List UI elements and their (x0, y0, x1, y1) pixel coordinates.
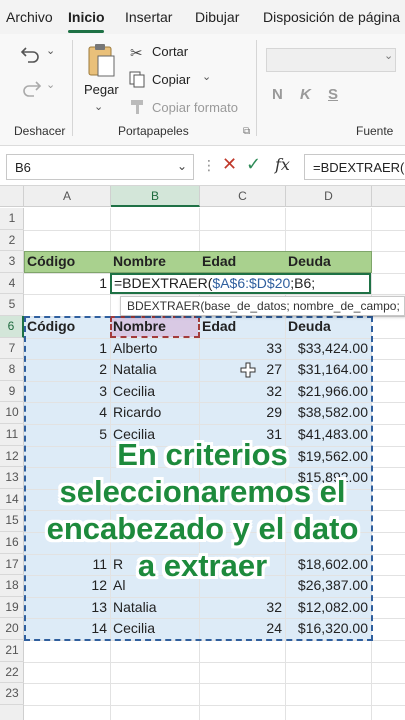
name-box-value: B6 (15, 160, 31, 175)
paste-button[interactable]: Pegar ⌄ (80, 40, 120, 120)
font-name-box[interactable] (266, 48, 396, 72)
row-header[interactable]: 12 (0, 446, 24, 468)
grid-line (24, 704, 405, 706)
formula-range-ref: $A$6:$D$20 (212, 274, 291, 291)
copy-dropdown-icon[interactable]: ⌄ (202, 70, 211, 83)
paste-icon (88, 44, 115, 77)
tab-disposicion[interactable]: Disposición de página (263, 9, 400, 25)
row-header[interactable]: 17 (0, 554, 24, 576)
row-header[interactable]: 4 (0, 273, 24, 295)
select-all-corner[interactable] (0, 186, 24, 207)
grid-line (24, 683, 405, 685)
formula-function: =BDEXTRAER( (114, 274, 213, 291)
formula-input[interactable]: =BDEXTRAER( (304, 154, 405, 180)
row-header[interactable]: 13 (0, 467, 24, 489)
ribbon: ⌄ ⌄ Deshacer Pegar ⌄ ✂ Cortar Copiar ⌄ C… (0, 34, 405, 146)
row-header[interactable]: 18 (0, 575, 24, 597)
formula-bar: B6 ⌄ ⋮ ✕ ✓ fx =BDEXTRAER( (0, 146, 405, 186)
criteria-value-cell[interactable]: 1 (24, 273, 110, 295)
confirm-entry-button[interactable]: ✓ (246, 154, 261, 175)
row-header[interactable]: 11 (0, 424, 24, 446)
tab-insertar[interactable]: Insertar (125, 9, 172, 25)
row-header[interactable]: 20 (0, 618, 24, 640)
row-header[interactable]: 6 (0, 316, 24, 338)
row-header[interactable]: 5 (0, 294, 24, 316)
criteria-header-cell[interactable]: Nombre (110, 251, 199, 273)
column-header-a[interactable]: A (24, 186, 111, 207)
redo-dropdown-icon[interactable]: ⌄ (46, 78, 55, 91)
row-header[interactable]: 3 (0, 251, 24, 273)
copy-icon[interactable] (128, 70, 146, 88)
format-painter-icon[interactable] (128, 98, 146, 116)
tab-inicio[interactable]: Inicio (68, 9, 105, 25)
row-header[interactable]: 9 (0, 381, 24, 403)
format-painter-label[interactable]: Copiar formato (152, 100, 238, 115)
grid-line (24, 661, 405, 663)
column-headers: A B C D (0, 186, 405, 207)
clipboard-group-label: Portapapeles (118, 124, 189, 138)
row-header[interactable]: 23 (0, 683, 24, 705)
name-box[interactable]: B6 ⌄ (6, 154, 194, 180)
undo-group-label: Deshacer (14, 124, 66, 138)
ribbon-separator (256, 40, 257, 136)
redo-icon[interactable] (20, 78, 42, 98)
ribbon-tabs: Archivo Inicio Insertar Dibujar Disposic… (0, 0, 405, 34)
cut-icon[interactable]: ✂ (130, 44, 143, 62)
font-group-label: Fuente (356, 124, 394, 138)
row-header[interactable]: 16 (0, 532, 24, 554)
tab-dibujar[interactable]: Dibujar (195, 9, 239, 25)
column-header-d[interactable]: D (286, 186, 372, 207)
row-header[interactable]: 19 (0, 597, 24, 619)
row-header[interactable]: 15 (0, 510, 24, 532)
row-header[interactable]: 14 (0, 489, 24, 511)
row-header[interactable]: 1 (0, 208, 24, 230)
underline-button[interactable]: S (328, 86, 338, 103)
name-box-dropdown-icon[interactable]: ⌄ (177, 159, 187, 173)
criteria-header-cell[interactable]: Deuda (285, 251, 371, 273)
font-dropdown-icon[interactable]: ⌄ (384, 49, 393, 62)
worksheet-grid[interactable]: Código Nombre Edad Deuda 1 =BDEXTRAER($A… (24, 208, 405, 720)
row-headers: 1 2 3 4 5 6 7 8 9 10 11 12 13 14 15 16 1… (0, 208, 24, 720)
row-header[interactable]: 10 (0, 402, 24, 424)
row-header[interactable]: 2 (0, 230, 24, 252)
criteria-header-cell[interactable]: Código (24, 251, 110, 273)
row-header[interactable]: 8 (0, 359, 24, 381)
copy-label[interactable]: Copiar (152, 72, 190, 87)
paste-dropdown-icon: ⌄ (94, 101, 104, 113)
row-header[interactable]: 7 (0, 338, 24, 360)
row-header[interactable]: 21 (0, 640, 24, 662)
grid-line (24, 229, 405, 231)
cancel-entry-button[interactable]: ✕ (222, 154, 237, 175)
cell-cursor-icon (240, 362, 256, 378)
ribbon-separator (72, 40, 73, 136)
italic-button[interactable]: K (300, 86, 311, 103)
paste-label: Pegar (84, 82, 119, 97)
column-header-b[interactable]: B (111, 186, 200, 207)
insert-function-button[interactable]: fx (275, 155, 290, 174)
bold-button[interactable]: N (272, 86, 283, 103)
formula-args: ;B6; (290, 274, 316, 291)
undo-dropdown-icon[interactable]: ⌄ (46, 44, 55, 57)
criteria-header-cell[interactable]: Edad (199, 251, 285, 273)
formula-text: =BDEXTRAER( (313, 160, 405, 175)
active-tab-indicator (68, 30, 104, 33)
tab-archivo[interactable]: Archivo (6, 9, 53, 25)
undo-icon[interactable] (20, 44, 42, 64)
function-argument-tooltip: BDEXTRAER(base_de_datos; nombre_de_campo… (120, 296, 405, 316)
clipboard-launcher-icon[interactable]: ⧉ (243, 126, 250, 137)
formula-in-cell[interactable]: =BDEXTRAER($A$6:$D$20;B6; (110, 273, 372, 295)
cut-label[interactable]: Cortar (152, 44, 188, 59)
row-header[interactable]: 22 (0, 662, 24, 684)
column-header-c[interactable]: C (200, 186, 286, 207)
more-options-icon[interactable]: ⋮ (202, 157, 216, 174)
database-range-marquee (24, 316, 373, 641)
